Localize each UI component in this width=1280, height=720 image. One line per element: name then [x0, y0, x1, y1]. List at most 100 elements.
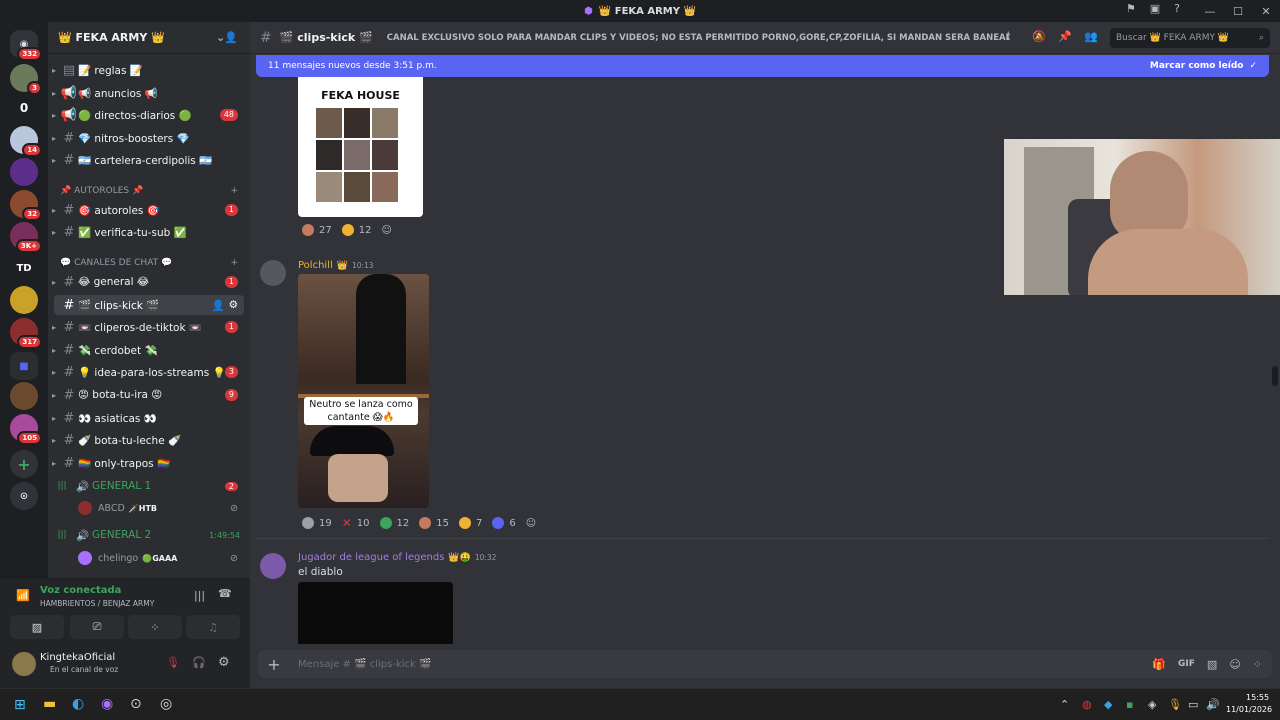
channel-item[interactable]: ▸ # 💡 idea-para-los-streams 💡 3	[48, 362, 250, 382]
inbox-icon[interactable]: ⚑	[1126, 2, 1136, 15]
mute-icon[interactable]: 🎙	[166, 656, 180, 669]
channel-item[interactable]: ▸ # 🏳️‍🌈 only-trapos 🏳️‍🌈	[48, 453, 250, 473]
server-icon[interactable]: 32	[10, 190, 42, 221]
channel-item[interactable]: ▸ # ✅ verifica-tu-sub ✅	[48, 222, 250, 242]
gear-icon[interactable]: ⚙	[229, 299, 238, 311]
gift-icon[interactable]: 🎁	[1152, 658, 1166, 671]
message-author[interactable]: Polchill	[298, 260, 333, 271]
add-attachment-icon[interactable]: +	[258, 655, 290, 674]
add-server-icon[interactable]: +	[10, 450, 38, 478]
server-icon[interactable]	[10, 286, 38, 314]
close-button[interactable]: ✕	[1252, 5, 1280, 18]
notifications-muted-icon[interactable]: 🔕	[1032, 30, 1046, 43]
tray-icon[interactable]: ▪	[1126, 698, 1133, 711]
windows-start-icon[interactable]: ⊞	[14, 697, 26, 713]
server-icon[interactable]	[10, 158, 38, 186]
channel-item-active[interactable]: # 🎬 clips-kick 🎬 👤 ⚙	[54, 295, 244, 315]
channel-item[interactable]: ▸ # 👀 asiaticas 👀	[48, 408, 250, 428]
voice-member[interactable]: ABCD 🗡️HTB ⊘	[48, 499, 250, 517]
mark-as-read-button[interactable]: Marcar como leído	[1150, 61, 1244, 71]
invite-icon[interactable]: 👤	[224, 31, 238, 44]
message-input[interactable]: Mensaje # 🎬 clips-kick 🎬	[298, 659, 1152, 670]
maximize-button[interactable]: ☐	[1224, 5, 1252, 18]
scrollbar[interactable]	[1272, 366, 1278, 386]
message-image[interactable]: FEKA HOUSE	[298, 77, 423, 217]
voice-channel-name[interactable]: HAMBRIENTOS / BENJAZ ARMY	[40, 599, 154, 608]
screenshare-button[interactable]: ⎚	[70, 615, 124, 639]
steam-icon[interactable]: ⊙	[130, 696, 142, 712]
camera-button[interactable]: ▨	[10, 615, 64, 639]
edge-icon[interactable]: ◐	[72, 696, 84, 712]
volume-icon[interactable]: 🔊	[1206, 698, 1220, 711]
gear-icon[interactable]: ⚙	[218, 655, 230, 670]
video-thumbnail[interactable]: Neutro se lanza como cantante 😱🔥	[298, 274, 429, 508]
reaction[interactable]: 27	[302, 224, 332, 236]
reaction[interactable]: 19	[302, 517, 332, 529]
server-icon[interactable]	[10, 382, 38, 410]
deafen-icon[interactable]: 🎧	[192, 656, 206, 669]
add-channel-icon[interactable]: +	[230, 186, 238, 196]
reaction[interactable]: ✕ 10	[342, 516, 370, 530]
soundboard-button[interactable]: ♫	[186, 615, 240, 639]
reaction[interactable]: 6	[492, 517, 516, 529]
home-button[interactable]: ◉ 332	[10, 30, 42, 61]
gif-icon[interactable]: GIF	[1178, 659, 1195, 669]
voice-channel-item[interactable]: ||| 🔊 GENERAL 1 2	[48, 476, 250, 496]
tray-icon[interactable]: ◈	[1148, 698, 1156, 711]
add-member-icon[interactable]: 👤	[212, 299, 225, 312]
channel-item[interactable]: ▸ # 💎 nitros-boosters 💎	[48, 128, 250, 148]
tray-icon[interactable]: ◆	[1104, 698, 1112, 711]
voice-member[interactable]: chelingo 🟢GAAA ⊘	[48, 549, 250, 567]
reaction[interactable]: 12	[379, 517, 409, 529]
channel-item[interactable]: ▸ # 😂 general 😂 1	[48, 272, 250, 292]
server-icon[interactable]: 3K+	[10, 222, 42, 253]
reaction[interactable]: 12	[341, 224, 371, 236]
server-header[interactable]: 👑 FEKA ARMY 👑 ⌄ 👤	[48, 22, 250, 54]
message-author[interactable]: Jugador de league of legends	[298, 552, 444, 563]
category-autoroles[interactable]: 📌 AUTOROLES 📌 +	[60, 186, 240, 196]
microphone-icon[interactable]: 🎙	[1168, 698, 1182, 711]
search-input[interactable]: Buscar 👑 FEKA ARMY 👑 ⌕	[1110, 28, 1270, 48]
pin-icon[interactable]: 📌	[1058, 30, 1072, 43]
tray-chevron-icon[interactable]: ⌃	[1060, 698, 1069, 711]
avatar[interactable]	[12, 652, 36, 676]
channel-item[interactable]: ▸ 📢 📢 anuncios 📢	[48, 83, 250, 103]
add-channel-icon[interactable]: +	[230, 258, 238, 268]
apps-icon[interactable]: ⁘	[1253, 658, 1262, 671]
server-icon[interactable]: 0	[10, 94, 38, 122]
sticker-icon[interactable]: ▧	[1207, 658, 1217, 671]
tray-icon[interactable]: ◍	[1082, 698, 1092, 711]
new-messages-banner[interactable]: 11 mensajes nuevos desde 3:51 p.m. Marca…	[256, 55, 1269, 77]
help-icon[interactable]: ?	[1174, 2, 1180, 15]
network-icon[interactable]: ▭	[1188, 698, 1198, 711]
minimize-button[interactable]: —	[1196, 5, 1224, 18]
category-chat[interactable]: 💬 CANALES DE CHAT 💬 +	[60, 258, 240, 268]
avatar[interactable]	[260, 260, 286, 286]
channel-item[interactable]: ▸ # 🍼 bota-tu-leche 🍼	[48, 430, 250, 450]
file-explorer-icon[interactable]: ▬	[43, 696, 56, 712]
voice-channel-item[interactable]: ||| 🔊 GENERAL 2 1:49:54	[48, 525, 250, 545]
reaction[interactable]: 7	[459, 517, 482, 529]
activities-button[interactable]: ⁘	[128, 615, 182, 639]
username[interactable]: KingtekaOficial	[40, 652, 115, 663]
screen-icon[interactable]: ▣	[1150, 2, 1160, 15]
avatar[interactable]	[260, 553, 286, 579]
server-icon[interactable]: 105	[10, 414, 42, 445]
add-reaction-icon[interactable]: ☺	[526, 518, 536, 529]
channel-item[interactable]: ▸ 📢 🟢 directos-diarios 🟢 48	[48, 105, 250, 125]
channel-item[interactable]: ▸ # 🎯 autoroles 🎯 1	[48, 200, 250, 220]
disconnect-icon[interactable]: ☎	[218, 587, 232, 600]
channel-item[interactable]: ▸ # 💸 cerdobet 💸	[48, 340, 250, 360]
clock-date[interactable]: 11/01/2026	[1226, 705, 1272, 714]
emoji-icon[interactable]: ☺	[1229, 658, 1240, 671]
discover-icon[interactable]: ⊙	[10, 482, 38, 510]
channel-topic[interactable]: CANAL EXCLUSIVO SOLO PARA MANDAR CLIPS Y…	[387, 33, 1009, 43]
server-icon[interactable]: 14	[10, 126, 42, 157]
add-reaction-icon[interactable]: ☺	[381, 225, 391, 236]
folder-icon[interactable]: ■	[10, 352, 38, 380]
channel-item[interactable]: ▸ ▤ 📝 reglas 📝	[48, 60, 250, 80]
reaction[interactable]: 15	[419, 517, 449, 529]
message-video[interactable]	[298, 582, 453, 644]
channel-item[interactable]: ▸ # 📼 cliperos-de-tiktok 📼 1	[48, 317, 250, 337]
clock-time[interactable]: 15:55	[1246, 693, 1269, 702]
